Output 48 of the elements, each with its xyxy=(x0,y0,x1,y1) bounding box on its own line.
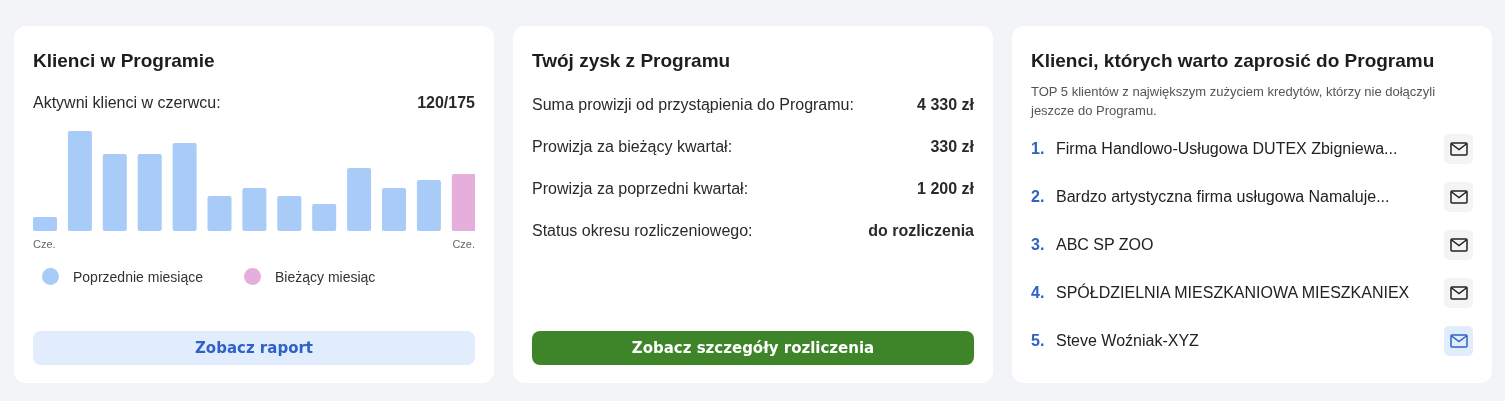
legend-label: Bieżący miesiąc xyxy=(274,268,376,285)
details-button[interactable]: Zobacz szczegóły rozliczenia xyxy=(532,331,974,365)
stat-value: do rozliczenia xyxy=(868,222,974,240)
stat-label: Aktywni klienci w czerwcu: xyxy=(33,94,221,112)
bar xyxy=(312,204,337,231)
report-button[interactable]: Zobacz raport xyxy=(33,331,475,365)
card-title: Twój zysk z Programu xyxy=(532,50,732,72)
bar xyxy=(33,217,57,231)
mail-icon xyxy=(1449,142,1468,156)
bar xyxy=(416,180,441,231)
mail-icon xyxy=(1449,334,1468,348)
axis-label: Cze. xyxy=(452,238,475,250)
bar xyxy=(382,188,406,231)
card-title: Klienci w Programie xyxy=(33,50,216,72)
invite-button[interactable] xyxy=(1444,230,1473,260)
stat-label: Status okresu rozliczeniowego: xyxy=(532,222,753,240)
card-subtitle: TOP 5 klientów z największym zużyciem kredytów, którzy nie dołączyli jeszcze do Programu. xyxy=(1031,83,1437,120)
rank-number: 4. xyxy=(1031,284,1046,302)
client-name: SPÓŁDZIELNIA MIESZKANIOWA MIESZKANIEX xyxy=(1056,284,1411,302)
stat-value: 330 zł xyxy=(930,138,974,156)
invite-button[interactable] xyxy=(1444,278,1473,308)
bar xyxy=(207,196,232,231)
card-title: Klienci, których warto zaprosić do Programu xyxy=(1031,50,1436,72)
stat-label: Prowizja za poprzedni kwartał: xyxy=(532,180,749,198)
invite-button[interactable] xyxy=(1444,134,1473,164)
client-name: Bardzo artystyczna firma usługowa Namaluje... xyxy=(1056,188,1391,206)
bar xyxy=(277,196,302,231)
stat-value: 120/175 xyxy=(417,94,475,112)
client-name: Firma Handlowo-Usługowa DUTEX Zbigniewa... xyxy=(1056,140,1399,158)
bar xyxy=(347,168,372,231)
bar xyxy=(242,188,267,231)
rank-number: 1. xyxy=(1031,140,1046,158)
client-name: Steve Woźniak-XYZ xyxy=(1056,332,1200,350)
axis-label: Cze. xyxy=(33,238,56,250)
mail-icon xyxy=(1449,286,1468,300)
bar xyxy=(451,174,475,231)
legend-label: Poprzednie miesiące xyxy=(73,268,203,285)
mail-icon xyxy=(1449,238,1468,252)
client-name: ABC SP ZOO xyxy=(1056,236,1155,254)
stat-value: 1 200 zł xyxy=(917,180,974,198)
rank-number: 2. xyxy=(1031,188,1046,206)
mail-icon xyxy=(1449,190,1468,204)
stat-value: 4 330 zł xyxy=(917,96,974,114)
stat-label: Suma prowizji od przystąpienia do Programu: xyxy=(532,96,854,114)
rank-number: 5. xyxy=(1031,332,1046,350)
stat-label: Prowizja za bieżący kwartał: xyxy=(532,138,733,156)
rank-number: 3. xyxy=(1031,236,1046,254)
invite-button[interactable] xyxy=(1444,182,1473,212)
